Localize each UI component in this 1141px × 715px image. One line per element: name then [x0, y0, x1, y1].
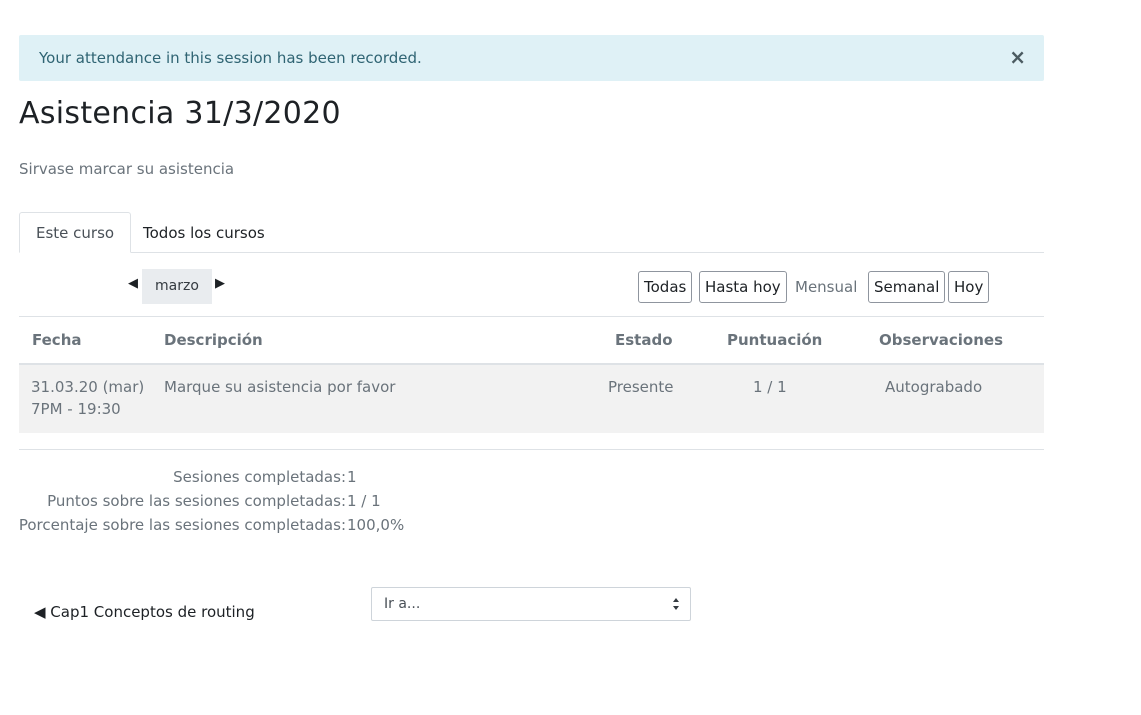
summary-row: Sesiones completadas: 1 [19, 468, 519, 492]
table-header: Fecha Descripción Estado Puntuación Obse… [19, 317, 1044, 365]
page-intro: Sirvase marcar su asistencia [19, 160, 235, 178]
jump-placeholder: Ir a... [384, 596, 421, 612]
prev-month-icon[interactable]: ◀ [128, 276, 138, 291]
next-month-icon[interactable]: ▶ [215, 276, 225, 291]
header-descripcion: Descripción [164, 331, 263, 349]
view-today-button[interactable]: Hoy [948, 271, 990, 303]
view-weekly-button[interactable]: Semanal [868, 271, 946, 303]
select-caret-icon [673, 598, 679, 610]
session-time: 7PM - 19:30 [31, 400, 121, 418]
jump-to-select[interactable]: Ir a... [371, 587, 691, 621]
page-title: Asistencia 31/3/2020 [19, 96, 341, 131]
cell-description: Marque su asistencia por favor [164, 378, 396, 396]
summary-label: Porcentaje sobre las sesiones completada… [18, 516, 346, 534]
divider [19, 449, 1044, 450]
cell-remarks: Autograbado [885, 378, 983, 396]
cell-status: Presente [608, 378, 674, 396]
summary-value: 1 [347, 468, 357, 486]
summary-row: Porcentaje sobre las sesiones completada… [19, 516, 519, 540]
course-tabs: Este curso Todos los cursos [19, 212, 1044, 253]
summary-label: Sesiones completadas: [173, 468, 346, 486]
summary-row: Puntos sobre las sesiones completadas: 1… [19, 492, 519, 516]
tab-todos-los-cursos[interactable]: Todos los cursos [126, 212, 282, 252]
view-controls: ◀ marzo ▶ Todas Hasta hoy Mensual Semana… [19, 252, 1044, 317]
view-until-today-button[interactable]: Hasta hoy [699, 271, 787, 303]
header-fecha[interactable]: Fecha [32, 331, 82, 349]
prev-activity-link[interactable]: ◀ Cap1 Conceptos de routing [34, 603, 255, 621]
month-selector[interactable]: marzo [142, 269, 212, 304]
alert-message: Your attendance in this session has been… [39, 49, 422, 67]
table-row: 31.03.20 (mar) 7PM - 19:30 Marque su asi… [19, 365, 1044, 433]
cell-score: 1 / 1 [753, 378, 787, 396]
success-alert: Your attendance in this session has been… [19, 35, 1044, 81]
summary-value: 1 / 1 [347, 492, 381, 510]
view-all-button[interactable]: Todas [638, 271, 693, 303]
header-puntuacion: Puntuación [727, 331, 823, 349]
header-estado: Estado [615, 331, 673, 349]
session-date: 31.03.20 (mar) [31, 378, 145, 396]
cell-date: 31.03.20 (mar) 7PM - 19:30 [31, 376, 144, 420]
tab-este-curso[interactable]: Este curso [19, 212, 132, 253]
view-monthly-current: Mensual [795, 278, 858, 296]
header-observaciones: Observaciones [879, 331, 1004, 349]
summary-label: Puntos sobre las sesiones completadas: [47, 492, 346, 510]
close-icon[interactable]: × [1009, 45, 1026, 69]
summary-value: 100,0% [347, 516, 405, 534]
